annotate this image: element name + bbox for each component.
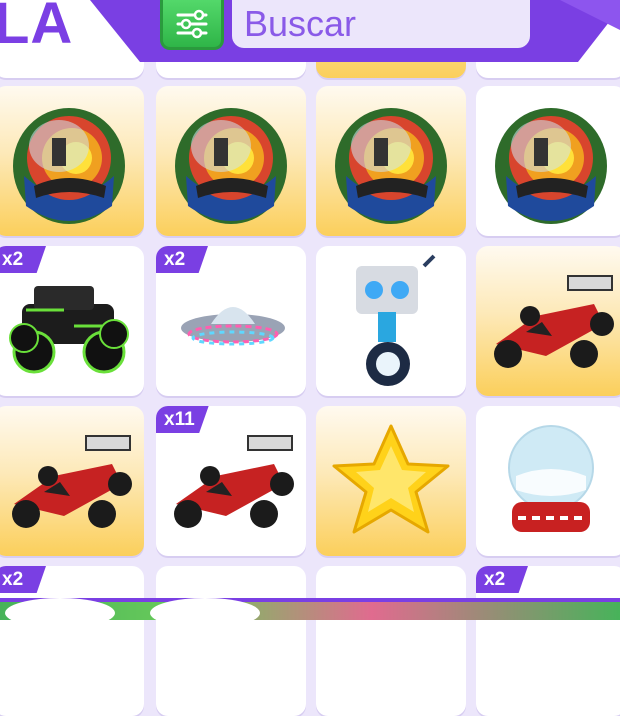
inventory-slot[interactable]: x11 xyxy=(156,406,306,556)
inventory-slot[interactable] xyxy=(476,406,620,556)
glass-egg-icon xyxy=(335,108,447,224)
world-blob xyxy=(150,598,260,628)
inventory-slot[interactable]: x2 xyxy=(156,246,306,396)
inventory-slot[interactable]: x2 xyxy=(476,566,620,716)
inventory-slot[interactable]: x2 xyxy=(0,566,144,716)
snow-globe-icon xyxy=(508,425,594,532)
inventory-slot[interactable] xyxy=(476,86,620,236)
glass-egg-icon xyxy=(175,108,287,224)
glass-egg-icon xyxy=(495,108,607,224)
inventory-grid: x2 x2 x11 x2 x2 xyxy=(0,0,620,716)
inventory-slot[interactable] xyxy=(156,86,306,236)
star-pillow-icon xyxy=(332,424,450,534)
search-placeholder: Buscar xyxy=(244,3,357,44)
inventory-slot[interactable] xyxy=(316,246,466,396)
search-input[interactable]: Buscar xyxy=(232,0,530,48)
page-title: LA xyxy=(0,0,74,56)
inventory-slot[interactable]: x2 xyxy=(0,246,144,396)
inventory-slot[interactable] xyxy=(0,86,144,236)
race-car-icon xyxy=(494,275,614,368)
inventory-slot[interactable] xyxy=(316,406,466,556)
inventory-slot[interactable] xyxy=(0,406,144,556)
inventory-slot[interactable] xyxy=(316,86,466,236)
quantity-badge: x2 xyxy=(476,566,528,593)
inventory-slot[interactable] xyxy=(316,566,466,716)
glass-egg-icon xyxy=(13,108,125,224)
quantity-badge: x2 xyxy=(0,566,46,593)
header-bar: LA Buscar xyxy=(0,0,620,62)
world-blob xyxy=(5,598,115,628)
sliders-icon xyxy=(176,9,208,38)
race-car-icon xyxy=(12,435,132,528)
bottom-bar xyxy=(0,598,620,628)
filter-button[interactable] xyxy=(160,0,224,50)
robot-unicycle-icon xyxy=(356,254,436,386)
inventory-slot[interactable] xyxy=(156,566,306,716)
inventory-slot[interactable] xyxy=(476,246,620,396)
